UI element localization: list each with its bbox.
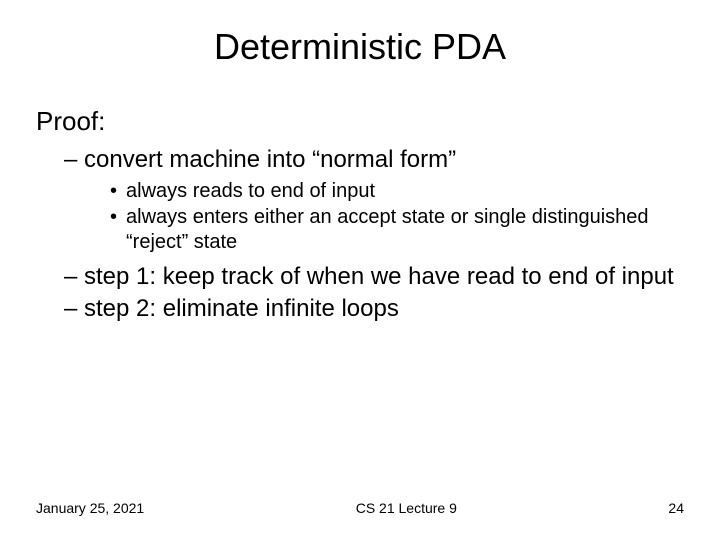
list-item-text: always enters either an accept state or … [126, 206, 649, 254]
list-item-text: step 2: eliminate infinite loops [84, 295, 399, 322]
slide: Deterministic PDA Proof: convert machine… [0, 0, 720, 540]
footer: January 25, 2021 CS 21 Lecture 9 24 [36, 500, 684, 516]
list-item: convert machine into “normal form” alway… [64, 145, 684, 256]
proof-label: Proof: [36, 106, 684, 137]
list-item: always reads to end of input [110, 179, 684, 205]
footer-course: CS 21 Lecture 9 [356, 500, 457, 516]
list-item: step 2: eliminate infinite loops [64, 294, 684, 324]
slide-title: Deterministic PDA [36, 26, 684, 68]
sub-list: always reads to end of input always ente… [84, 179, 684, 256]
list-item: always enters either an accept state or … [110, 205, 684, 256]
footer-date: January 25, 2021 [36, 500, 144, 516]
list-item-text: step 1: keep track of when we have read … [84, 263, 674, 290]
footer-page: 24 [668, 500, 684, 516]
list-item-text: convert machine into “normal form” [84, 146, 456, 173]
list-item: step 1: keep track of when we have read … [64, 262, 684, 292]
proof-points: convert machine into “normal form” alway… [36, 145, 684, 324]
list-item-text: always reads to end of input [126, 180, 375, 202]
